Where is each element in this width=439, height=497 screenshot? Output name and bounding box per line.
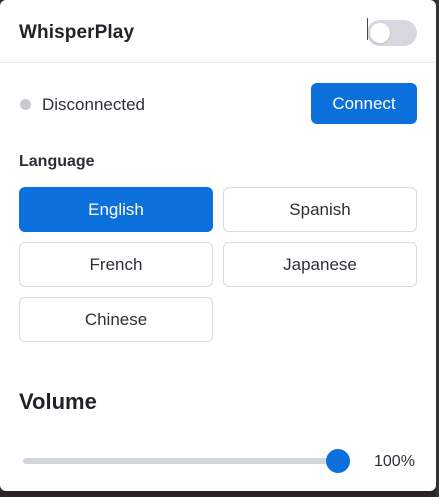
toggle-knob [370,23,390,43]
extension-popup: WhisperPlay Disconnected Connect Languag… [0,0,436,491]
volume-slider[interactable] [23,449,350,473]
popup-header: WhisperPlay [0,0,436,63]
language-option-spanish[interactable]: Spanish [223,187,417,232]
text-cursor-icon [367,18,368,40]
status-dot-icon [20,99,31,110]
language-option-japanese[interactable]: Japanese [223,242,417,287]
language-option-french[interactable]: French [19,242,213,287]
volume-slider-thumb[interactable] [326,449,350,473]
volume-value: 100% [374,453,415,470]
volume-label: Volume [19,389,97,414]
language-option-chinese[interactable]: Chinese [19,297,213,342]
language-label: Language [19,153,95,170]
app-title: WhisperPlay [19,22,135,43]
language-option-english[interactable]: English [19,187,213,232]
connect-button[interactable]: Connect [311,83,417,124]
power-toggle[interactable] [367,20,417,46]
volume-slider-track [23,458,349,464]
connection-status: Disconnected [42,95,146,114]
